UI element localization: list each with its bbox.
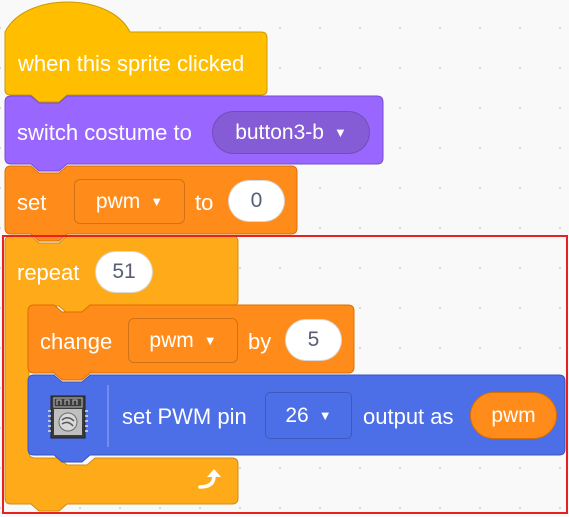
switch-costume-block[interactable]: switch costume to button3-b ▼ [4, 95, 384, 172]
set-variable-dropdown-value: pwm [95, 189, 141, 213]
set-variable-block[interactable]: set pwm ▼ to 0 [4, 165, 298, 242]
hat-block-when-sprite-clicked[interactable]: when this sprite clicked [4, 0, 268, 103]
hat-block-shape [4, 1, 268, 103]
costume-dropdown-value: button3-b [235, 120, 324, 144]
set-label: set [17, 190, 47, 215]
switch-costume-label: switch costume to [17, 120, 192, 145]
highlight-box [2, 235, 568, 514]
costume-dropdown[interactable]: button3-b ▼ [212, 111, 370, 154]
set-value-input[interactable]: 0 [228, 180, 285, 222]
chevron-down-icon: ▼ [150, 194, 164, 209]
hat-block-label: when this sprite clicked [18, 51, 245, 76]
chevron-down-icon: ▼ [333, 125, 347, 140]
set-variable-dropdown[interactable]: pwm ▼ [74, 179, 185, 224]
to-label: to [195, 190, 214, 215]
